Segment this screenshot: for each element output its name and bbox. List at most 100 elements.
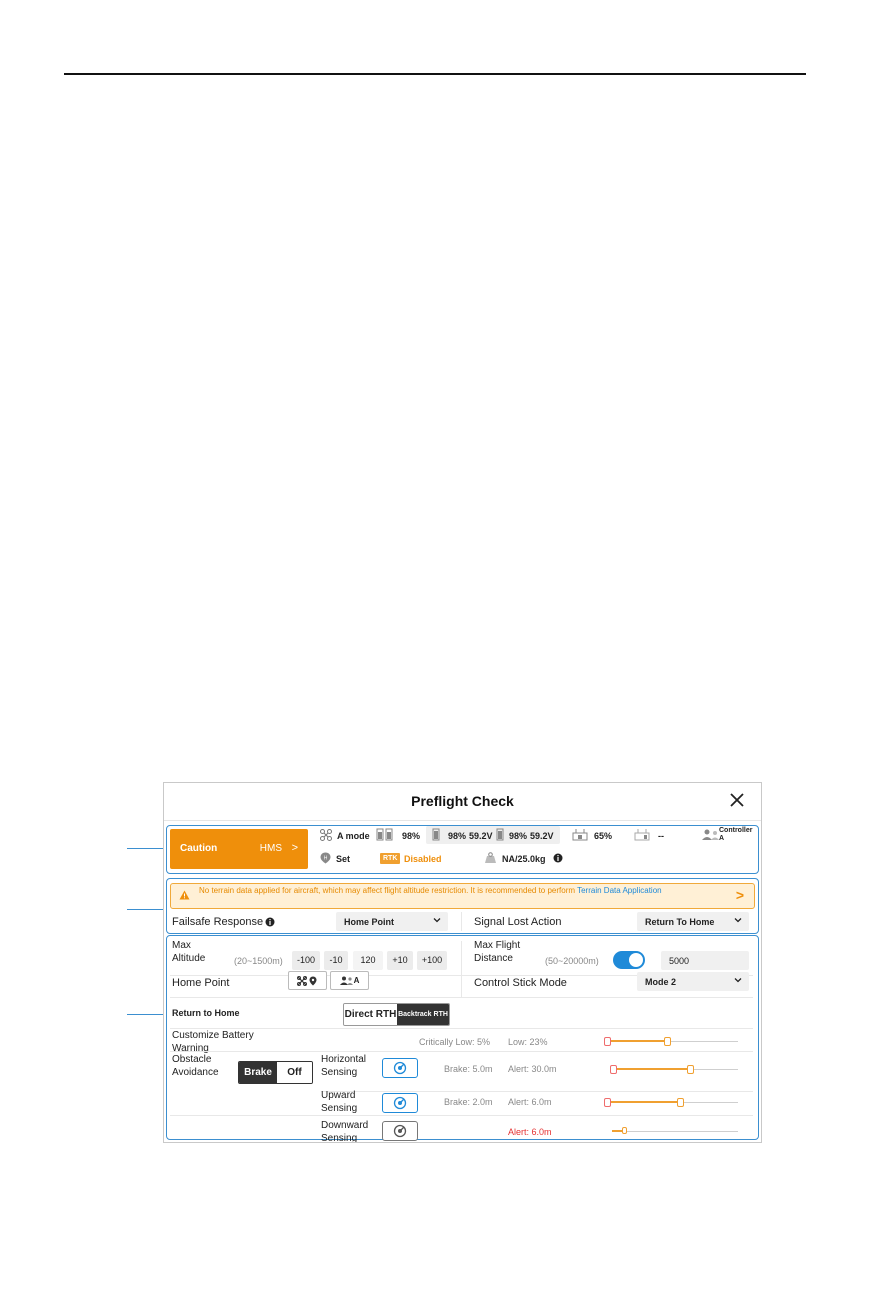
- battery-2-percent: 98%: [509, 831, 528, 841]
- horizontal-brake-thumb[interactable]: [610, 1065, 617, 1074]
- altitude-minus-100-button[interactable]: -100: [292, 951, 320, 970]
- max-distance-value: 5000: [669, 956, 690, 966]
- max-altitude-range: (20~1500m): [234, 956, 283, 966]
- rtk-badge: RTK: [380, 853, 401, 864]
- downward-sensing-toggle[interactable]: [382, 1121, 418, 1141]
- downward-alert-distance: Alert: 6.0m: [508, 1127, 552, 1137]
- altitude-minus-10-button[interactable]: -10: [324, 951, 348, 970]
- altitude-value-field[interactable]: 120: [353, 951, 383, 970]
- radar-icon: [393, 1124, 407, 1138]
- home-point-label: Home Point: [172, 977, 230, 989]
- chevron-down-icon: [734, 918, 742, 923]
- svg-text:H: H: [324, 856, 328, 862]
- caution-hms-button[interactable]: Caution HMS >: [170, 829, 308, 869]
- preflight-check-dialog: Preflight Check Caution HMS > A mode 98%…: [163, 782, 762, 1143]
- critically-low-value: Critically Low: 5%: [419, 1037, 491, 1047]
- failsafe-response-label: Failsafe Response: [172, 916, 264, 928]
- battery-slider-fill: [607, 1040, 667, 1042]
- callout-line-3: [127, 1014, 167, 1015]
- direct-rth-option[interactable]: Direct RTH: [344, 1004, 397, 1025]
- rth-mode-segmented: Direct RTH Backtrack RTH: [343, 1003, 450, 1026]
- chevron-down-icon: [433, 918, 441, 923]
- warning-triangle-icon: [179, 890, 190, 900]
- warning-message: No terrain data applied for aircraft, wh…: [199, 886, 709, 896]
- downward-slider-track: [612, 1131, 738, 1132]
- hms-label: HMS: [259, 843, 282, 854]
- low-battery-value: Low: 23%: [508, 1037, 548, 1047]
- battery-2-voltage: 59.2V: [530, 831, 554, 841]
- chevron-right-icon: >: [291, 842, 298, 854]
- row-divider: [170, 1051, 753, 1052]
- control-stick-mode-value: Mode 2: [645, 977, 677, 987]
- callout-line-2: [127, 909, 167, 910]
- info-icon[interactable]: [553, 853, 563, 863]
- downward-alert-thumb[interactable]: [622, 1127, 627, 1134]
- max-distance-toggle[interactable]: [613, 951, 645, 969]
- max-altitude-label: Max Altitude: [172, 940, 206, 964]
- horizontal-alert-thumb[interactable]: [687, 1065, 694, 1074]
- remote-controller-icon: [572, 829, 588, 841]
- battery-1-icon: [432, 828, 440, 841]
- controller-label: Controller A: [719, 827, 753, 842]
- upward-brake-thumb[interactable]: [604, 1098, 611, 1107]
- terrain-data-link[interactable]: Terrain Data Application: [577, 886, 662, 895]
- callout-line-1: [127, 848, 167, 849]
- close-icon[interactable]: [727, 790, 747, 810]
- controller-a-label: A: [353, 976, 360, 985]
- upward-sensing-toggle[interactable]: [382, 1093, 418, 1113]
- column-divider: [461, 912, 462, 931]
- failsafe-response-select[interactable]: Home Point: [336, 912, 448, 931]
- payload-weight-icon: [485, 852, 496, 863]
- upward-alert-thumb[interactable]: [677, 1098, 684, 1107]
- info-icon[interactable]: [265, 917, 275, 927]
- failsafe-response-value: Home Point: [344, 917, 395, 927]
- row-divider: [170, 997, 753, 998]
- off-option[interactable]: Off: [277, 1062, 312, 1083]
- row-divider: [321, 1091, 753, 1092]
- aircraft-location-icon: [296, 975, 316, 986]
- dialog-title-bar: Preflight Check: [164, 783, 761, 821]
- upward-alert-distance: Alert: 6.0m: [508, 1097, 552, 1107]
- altitude-plus-10-button[interactable]: +10: [387, 951, 413, 970]
- terrain-warning-banner[interactable]: No terrain data applied for aircraft, wh…: [170, 883, 755, 909]
- home-point-aircraft-button[interactable]: [288, 971, 327, 990]
- caution-label: Caution: [180, 843, 218, 854]
- max-distance-range: (50~20000m): [545, 956, 599, 966]
- control-stick-mode-select[interactable]: Mode 2: [637, 972, 749, 991]
- radar-icon: [393, 1096, 407, 1110]
- altitude-plus-100-button[interactable]: +100: [417, 951, 447, 970]
- return-to-home-label: Return to Home: [172, 1008, 240, 1018]
- payload-weight: NA/25.0kg: [502, 854, 546, 864]
- controller-users-icon: [702, 829, 719, 840]
- backtrack-rth-option[interactable]: Backtrack RTH: [397, 1004, 449, 1025]
- critical-battery-thumb[interactable]: [604, 1037, 611, 1046]
- row-divider: [170, 1115, 753, 1116]
- chevron-down-icon: [734, 978, 742, 983]
- signal-lost-action-value: Return To Home: [645, 917, 715, 927]
- battery-2-icon: [496, 828, 504, 841]
- obstacle-avoidance-label: Obstacle Avoidance: [172, 1054, 219, 1078]
- home-point-controller-button[interactable]: A: [330, 971, 369, 990]
- dialog-title: Preflight Check: [411, 793, 514, 809]
- flight-mode: A mode: [337, 831, 370, 841]
- brake-option[interactable]: Brake: [239, 1062, 277, 1083]
- horizontal-alert-distance: Alert: 30.0m: [508, 1064, 557, 1074]
- signal-lost-action-select[interactable]: Return To Home: [637, 912, 749, 931]
- horizontal-sensing-toggle[interactable]: [382, 1058, 418, 1078]
- max-distance-input[interactable]: 5000: [661, 951, 749, 970]
- low-battery-thumb[interactable]: [664, 1037, 671, 1046]
- rc-2-battery: --: [658, 831, 664, 841]
- toggle-knob: [629, 953, 643, 967]
- radar-icon: [393, 1061, 407, 1075]
- chevron-right-icon[interactable]: >: [736, 887, 744, 903]
- horizontal-sensing-label: Horizontal Sensing: [321, 1054, 367, 1078]
- rtk-status: Disabled: [404, 854, 442, 864]
- horizontal-slider-fill: [615, 1068, 690, 1070]
- downward-sensing-label: Downward Sensing: [321, 1120, 369, 1143]
- column-divider: [461, 941, 462, 997]
- home-point-icon: H: [320, 852, 331, 864]
- remote-controller-2-icon: [634, 829, 650, 841]
- warning-text: No terrain data applied for aircraft, wh…: [199, 886, 578, 895]
- battery-1-percent: 98%: [448, 831, 467, 841]
- obstacle-mode-segmented: Brake Off: [238, 1061, 313, 1084]
